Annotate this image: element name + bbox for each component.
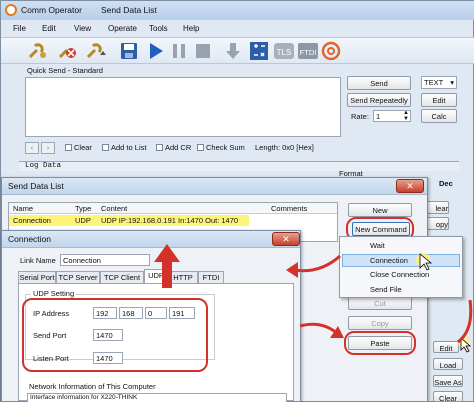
send-data-list-titlebar: Send Data List ✕	[2, 178, 427, 195]
app-logo-icon	[5, 4, 17, 16]
connection-dialog: Connection ✕ Link Name Connection Serial…	[1, 230, 301, 402]
menu-help[interactable]: Help	[183, 24, 199, 33]
row-content: UDP IP:192.168.0.191 In:1470 Out: 1470	[101, 216, 239, 225]
clear-partial-button[interactable]: lear	[427, 201, 449, 214]
title-bar: Comm Operator Send Data List	[1, 1, 474, 20]
tls-label: TLS	[277, 48, 292, 57]
app-title: Comm Operator	[21, 5, 82, 15]
ftdi-icon[interactable]: FTDI	[297, 41, 318, 61]
log-data-header	[19, 161, 459, 171]
quick-send-input[interactable]	[25, 77, 341, 137]
context-menu: Wait Connection Close Connection Send Fi…	[339, 236, 463, 298]
connection-titlebar: Connection ✕	[2, 231, 300, 248]
row-name: Connection	[13, 216, 51, 225]
edit2-button[interactable]: Edit	[433, 341, 459, 353]
copy-button[interactable]: Copy	[348, 316, 412, 330]
dec-label: Dec	[439, 179, 453, 188]
add-cr-checkbox[interactable]	[156, 144, 163, 151]
nav-back-button[interactable]: ‹	[25, 142, 39, 154]
cursor-icon	[416, 252, 434, 274]
col-content[interactable]: Content	[101, 204, 127, 213]
send-data-list-title: Send Data List	[8, 181, 64, 191]
clear2-button[interactable]: Clear	[433, 391, 463, 402]
quick-send-label: Quick Send - Standard	[27, 66, 103, 75]
col-type[interactable]: Type	[75, 204, 91, 213]
network-info-box: Interface information for X220-THINK	[27, 393, 287, 402]
pause-icon[interactable]	[169, 41, 189, 61]
link-name-input[interactable]: Connection	[60, 254, 150, 266]
tab-panel: UDP Setting IP Address 192 168 0 191 Sen…	[18, 283, 294, 402]
menu-operate[interactable]: Operate	[108, 24, 137, 33]
connection-title: Connection	[8, 234, 52, 244]
ftdi-label: FTDI	[300, 48, 317, 57]
menu-file[interactable]: File	[13, 24, 26, 33]
menu-item-wait[interactable]: Wait	[370, 241, 385, 250]
opt-add-to-list[interactable]: Add to List	[102, 143, 146, 152]
down-arrow-icon[interactable]	[223, 41, 243, 61]
save-icon[interactable]	[119, 41, 139, 61]
opt-check-sum[interactable]: Check Sum	[197, 143, 245, 152]
tab-udp[interactable]: UDP	[144, 269, 168, 283]
save-as-button[interactable]: Save As	[433, 375, 463, 387]
menu-item-send-file[interactable]: Send File	[370, 285, 402, 294]
send-repeatedly-button[interactable]: Send Repeatedly	[347, 93, 411, 107]
opt-add-cr[interactable]: Add CR	[156, 143, 191, 152]
new-button[interactable]: New	[348, 203, 412, 217]
nav-forward-button[interactable]: ›	[41, 142, 55, 154]
udp-setting-label: UDP Setting	[31, 289, 77, 298]
mode-select[interactable]: TEXT ▾	[421, 76, 457, 89]
menu-edit[interactable]: Edit	[42, 24, 56, 33]
play-icon[interactable]	[146, 41, 166, 61]
connect-all-icon[interactable]	[85, 41, 106, 61]
clear-checkbox[interactable]	[65, 144, 72, 151]
tls-icon[interactable]: TLS	[273, 41, 294, 61]
rate-label: Rate:	[351, 112, 369, 121]
load-button[interactable]: Load	[433, 358, 463, 370]
row-type: UDP	[75, 216, 91, 225]
chevron-down-icon: ▾	[450, 78, 454, 87]
table-header: Name Type Content Comments	[9, 203, 337, 214]
tab-http[interactable]: HTTP	[168, 271, 198, 283]
length-text: Length: 0x0 [Hex]	[255, 143, 314, 152]
tab-serial-port[interactable]: Serial Port	[18, 271, 56, 283]
send-button[interactable]: Send	[347, 76, 411, 90]
app-title-tab: Send Data List	[101, 5, 157, 15]
calculator-icon[interactable]	[249, 41, 269, 61]
tab-ftdi[interactable]: FTDI	[198, 271, 224, 283]
cut-button[interactable]: Cut	[348, 296, 412, 310]
menu-view[interactable]: View	[74, 24, 91, 33]
table-row[interactable]: Connection UDP UDP IP:192.168.0.191 In:1…	[9, 215, 249, 226]
copy-partial-button[interactable]: opy	[427, 217, 449, 230]
tab-tcp-server[interactable]: TCP Server	[56, 271, 100, 283]
close-icon[interactable]: ✕	[272, 232, 300, 246]
spinner-icon[interactable]: ▲ ▼	[403, 111, 409, 121]
disconnect-icon[interactable]	[57, 41, 77, 61]
stop-icon[interactable]	[193, 41, 213, 61]
col-name[interactable]: Name	[13, 204, 33, 213]
menu-item-connection[interactable]: Connection	[342, 254, 460, 267]
network-info-label: Network Information of This Computer	[29, 382, 156, 391]
at-icon[interactable]	[321, 41, 341, 61]
opt-clear[interactable]: Clear	[65, 143, 92, 152]
add-to-list-checkbox[interactable]	[102, 144, 109, 151]
udp-fields-highlight	[22, 298, 208, 372]
connect-icon[interactable]	[27, 41, 47, 61]
check-sum-checkbox[interactable]	[197, 144, 204, 151]
log-data-label: Log Data	[25, 162, 62, 170]
menu-tools[interactable]: Tools	[149, 24, 168, 33]
col-comments[interactable]: Comments	[271, 204, 307, 213]
close-icon[interactable]: ✕	[396, 179, 424, 193]
cursor-icon-2	[458, 336, 472, 356]
paste-highlight	[344, 331, 416, 355]
rate-input[interactable]: 1 ▲ ▼	[373, 110, 411, 122]
edit-button[interactable]: Edit	[421, 93, 457, 107]
tab-tcp-client[interactable]: TCP Client	[100, 271, 144, 283]
tab-strip: Serial Port TCP Server TCP Client UDP HT…	[18, 269, 238, 283]
link-name-label: Link Name	[20, 256, 56, 265]
calc-button[interactable]: Calc	[421, 109, 457, 123]
